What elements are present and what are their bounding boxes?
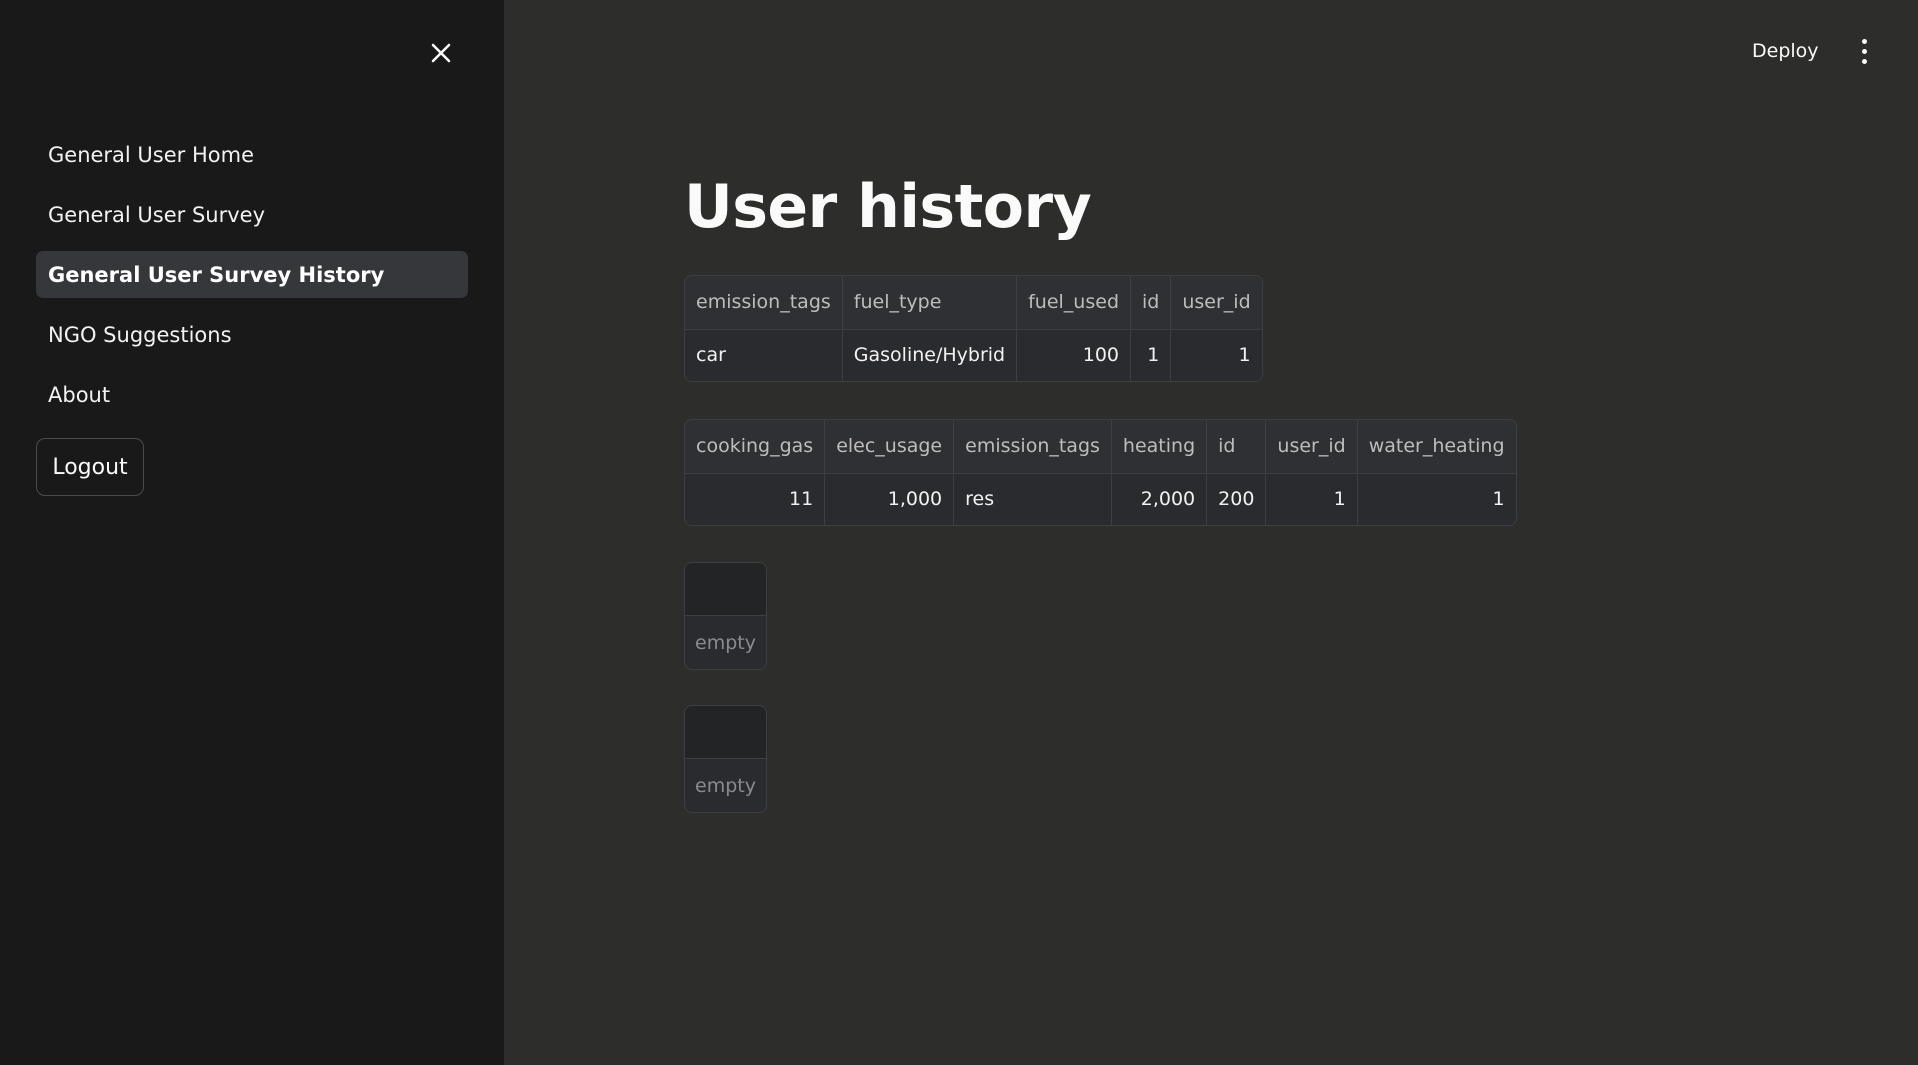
table-cell[interactable]: 1: [1170, 329, 1262, 381]
column-header[interactable]: id: [1130, 276, 1172, 330]
deploy-button[interactable]: Deploy: [1752, 36, 1819, 66]
sidebar-item-label: NGO Suggestions: [48, 322, 232, 347]
column-header[interactable]: emission_tags: [953, 420, 1112, 474]
empty-dataframe[interactable]: empty: [684, 562, 767, 670]
table-cell[interactable]: res: [953, 473, 1112, 525]
column-header[interactable]: user_id: [1265, 420, 1358, 474]
table-header-row: emission_tags fuel_type fuel_used id use…: [685, 276, 1262, 330]
dataframe-vehicle[interactable]: emission_tags fuel_type fuel_used id use…: [684, 275, 1263, 382]
table-row: car Gasoline/Hybrid 100 1 1: [685, 329, 1262, 381]
table-cell[interactable]: 2,000: [1111, 473, 1208, 525]
empty-dataframe[interactable]: empty: [684, 705, 767, 813]
sidebar-item-general-user-home[interactable]: General User Home: [36, 131, 468, 178]
column-header[interactable]: user_id: [1170, 276, 1262, 330]
sidebar-nav: General User Home General User Survey Ge…: [36, 131, 468, 431]
table-cell[interactable]: 1,000: [824, 473, 955, 525]
data-table: cooking_gas elec_usage emission_tags hea…: [685, 420, 1516, 525]
table-cell[interactable]: 1: [1357, 473, 1516, 525]
table-cell[interactable]: 200: [1206, 473, 1267, 525]
close-icon: [431, 43, 451, 63]
table-cell[interactable]: Gasoline/Hybrid: [842, 329, 1018, 381]
dataframe-residential[interactable]: cooking_gas elec_usage emission_tags hea…: [684, 419, 1517, 526]
data-table: emission_tags fuel_type fuel_used id use…: [685, 276, 1262, 381]
sidebar-item-label: General User Survey History: [48, 262, 385, 287]
table-cell[interactable]: 1: [1130, 329, 1172, 381]
kebab-menu-icon: [1861, 38, 1867, 44]
sidebar-item-about[interactable]: About: [36, 371, 468, 418]
sidebar: General User Home General User Survey Ge…: [0, 0, 504, 1065]
table-cell[interactable]: car: [685, 329, 843, 381]
column-header[interactable]: water_heating: [1357, 420, 1516, 474]
sidebar-item-ngo-suggestions[interactable]: NGO Suggestions: [36, 311, 468, 358]
sidebar-item-label: About: [48, 382, 111, 407]
table-cell[interactable]: 1: [1265, 473, 1358, 525]
column-header[interactable]: cooking_gas: [685, 420, 826, 474]
table-cell[interactable]: 100: [1016, 329, 1131, 381]
empty-dataframe-header: [685, 563, 766, 616]
column-header[interactable]: fuel_type: [842, 276, 1018, 330]
logout-button[interactable]: Logout: [36, 438, 144, 496]
column-header[interactable]: id: [1206, 420, 1267, 474]
table-row: 11 1,000 res 2,000 200 1 1: [685, 473, 1516, 525]
main-menu-button[interactable]: [1852, 34, 1876, 68]
empty-dataframe-label: empty: [695, 775, 756, 797]
close-sidebar-button[interactable]: [424, 36, 458, 70]
empty-dataframe-header: [685, 706, 766, 759]
table-cell[interactable]: 11: [685, 473, 826, 525]
column-header[interactable]: heating: [1111, 420, 1208, 474]
sidebar-item-label: General User Survey: [48, 202, 266, 227]
column-header[interactable]: fuel_used: [1016, 276, 1131, 330]
sidebar-item-general-user-survey-history[interactable]: General User Survey History: [36, 251, 468, 298]
sidebar-item-general-user-survey[interactable]: General User Survey: [36, 191, 468, 238]
sidebar-item-label: General User Home: [48, 142, 254, 167]
column-header[interactable]: emission_tags: [685, 276, 843, 330]
table-header-row: cooking_gas elec_usage emission_tags hea…: [685, 420, 1516, 474]
column-header[interactable]: elec_usage: [824, 420, 955, 474]
empty-dataframe-label: empty: [695, 632, 756, 654]
app-root: General User Home General User Survey Ge…: [0, 0, 1918, 1065]
page-title: User history: [684, 172, 1092, 242]
